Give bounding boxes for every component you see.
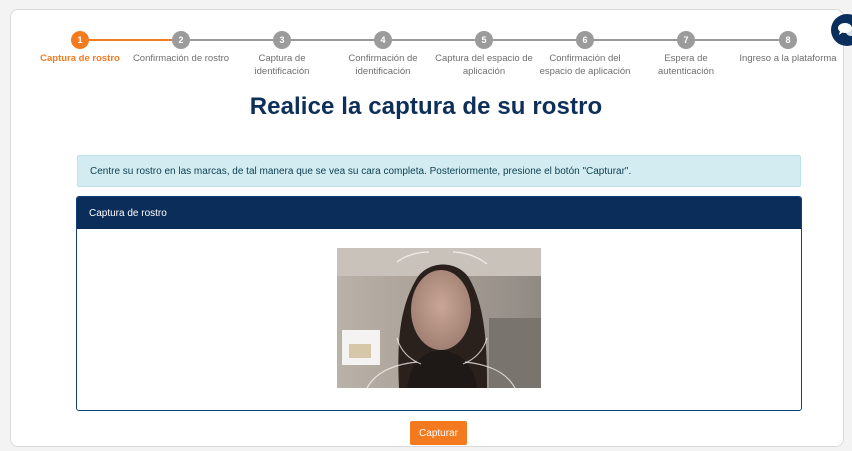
- panel-header: Captura de rostro: [77, 197, 801, 229]
- step-connector: [383, 39, 484, 41]
- progress-stepper: 1 2 3 4 5 6 7 8 Captura de rostro Confir…: [0, 0, 852, 90]
- step-1-number: 1: [71, 31, 89, 49]
- step-connector: [282, 39, 383, 41]
- chat-bubbles-icon: [838, 23, 852, 36]
- face-capture-panel: Captura de rostro: [76, 196, 802, 411]
- step-8-label: Ingreso a la plataforma: [739, 53, 837, 64]
- step-7-number: 7: [677, 31, 695, 49]
- step-connector: [80, 39, 181, 41]
- capture-button[interactable]: Capturar: [410, 421, 467, 445]
- camera-preview: [337, 248, 541, 388]
- step-5-number: 5: [475, 31, 493, 49]
- step-4-number: 4: [374, 31, 392, 49]
- step-connector: [686, 39, 788, 41]
- step-6-number: 6: [576, 31, 594, 49]
- step-connector: [181, 39, 282, 41]
- step-2-number: 2: [172, 31, 190, 49]
- step-8-number: 8: [779, 31, 797, 49]
- instructions-alert: Centre su rostro en las marcas, de tal m…: [77, 155, 801, 187]
- step-connector: [585, 39, 686, 41]
- page-title: Realice la captura de su rostro: [249, 93, 603, 120]
- step-3-number: 3: [273, 31, 291, 49]
- step-connector: [484, 39, 585, 41]
